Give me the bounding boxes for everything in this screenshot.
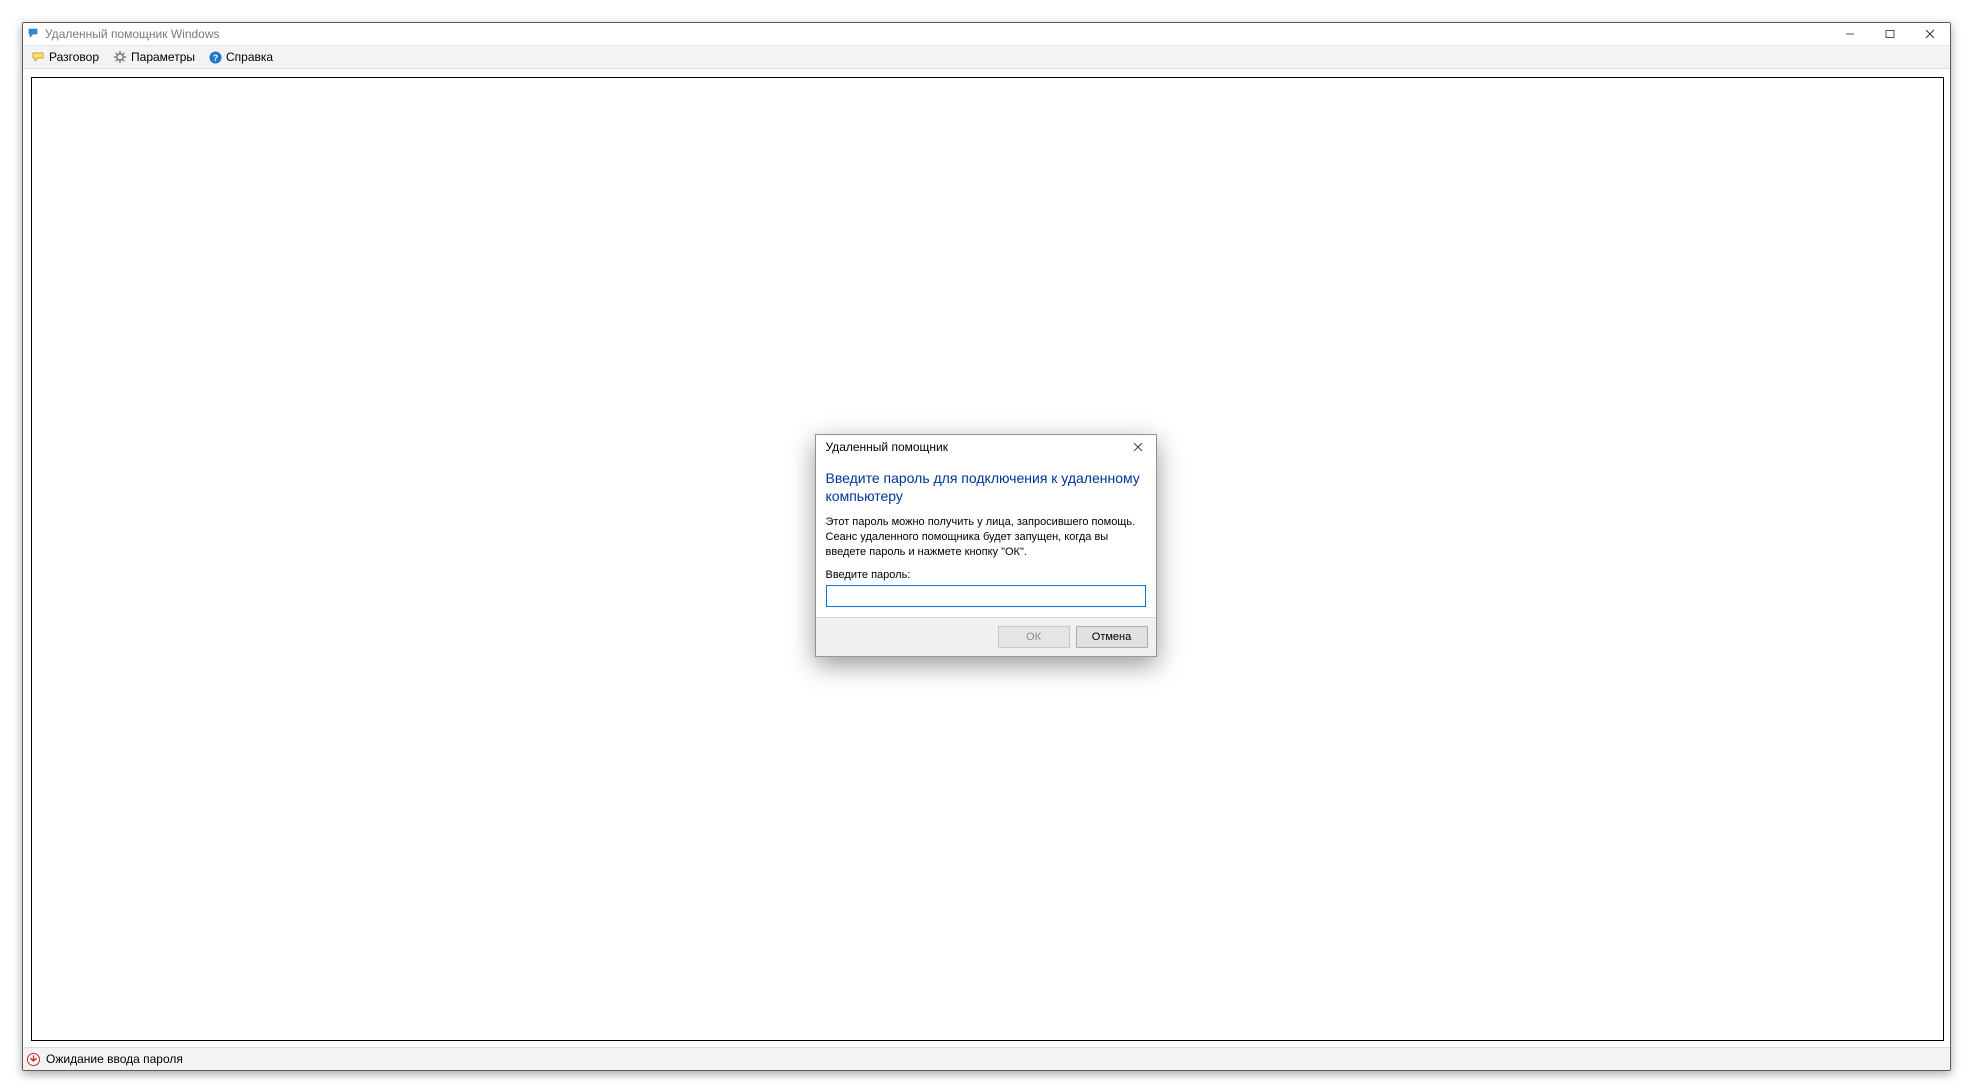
status-icon — [27, 1053, 40, 1066]
statusbar: Ожидание ввода пароля — [23, 1047, 1950, 1070]
menubar: Разговор Параметры ? — [23, 46, 1950, 69]
chat-icon — [31, 50, 45, 64]
menu-settings-label: Параметры — [131, 50, 195, 64]
gear-icon — [113, 50, 127, 64]
close-button[interactable] — [1910, 23, 1950, 45]
menu-talk[interactable]: Разговор — [25, 49, 105, 65]
dialog-close-button[interactable] — [1120, 435, 1156, 459]
menu-help[interactable]: ? Справка — [203, 49, 279, 65]
titlebar: Удаленный помощник Windows — [23, 23, 1950, 46]
status-text: Ожидание ввода пароля — [46, 1052, 183, 1066]
menu-settings[interactable]: Параметры — [107, 49, 201, 65]
help-icon: ? — [209, 51, 222, 64]
ok-button: ОК — [998, 626, 1070, 648]
password-input[interactable] — [826, 585, 1146, 607]
app-icon — [27, 27, 41, 41]
password-label: Введите пароль: — [826, 569, 1146, 581]
minimize-button[interactable] — [1830, 23, 1870, 45]
menu-help-label: Справка — [226, 50, 273, 64]
dialog-description: Этот пароль можно получить у лица, запро… — [826, 515, 1146, 560]
password-dialog: Удаленный помощник Введите пароль для по… — [815, 434, 1157, 658]
svg-text:?: ? — [213, 53, 219, 63]
dialog-footer: ОК Отмена — [816, 617, 1156, 656]
dialog-titlebar: Удаленный помощник — [816, 435, 1156, 459]
cancel-button[interactable]: Отмена — [1076, 626, 1148, 648]
window-title: Удаленный помощник Windows — [45, 27, 220, 41]
dialog-title: Удаленный помощник — [826, 440, 949, 454]
maximize-button[interactable] — [1870, 23, 1910, 45]
dialog-heading: Введите пароль для подключения к удаленн… — [826, 469, 1146, 505]
menu-talk-label: Разговор — [49, 50, 99, 64]
